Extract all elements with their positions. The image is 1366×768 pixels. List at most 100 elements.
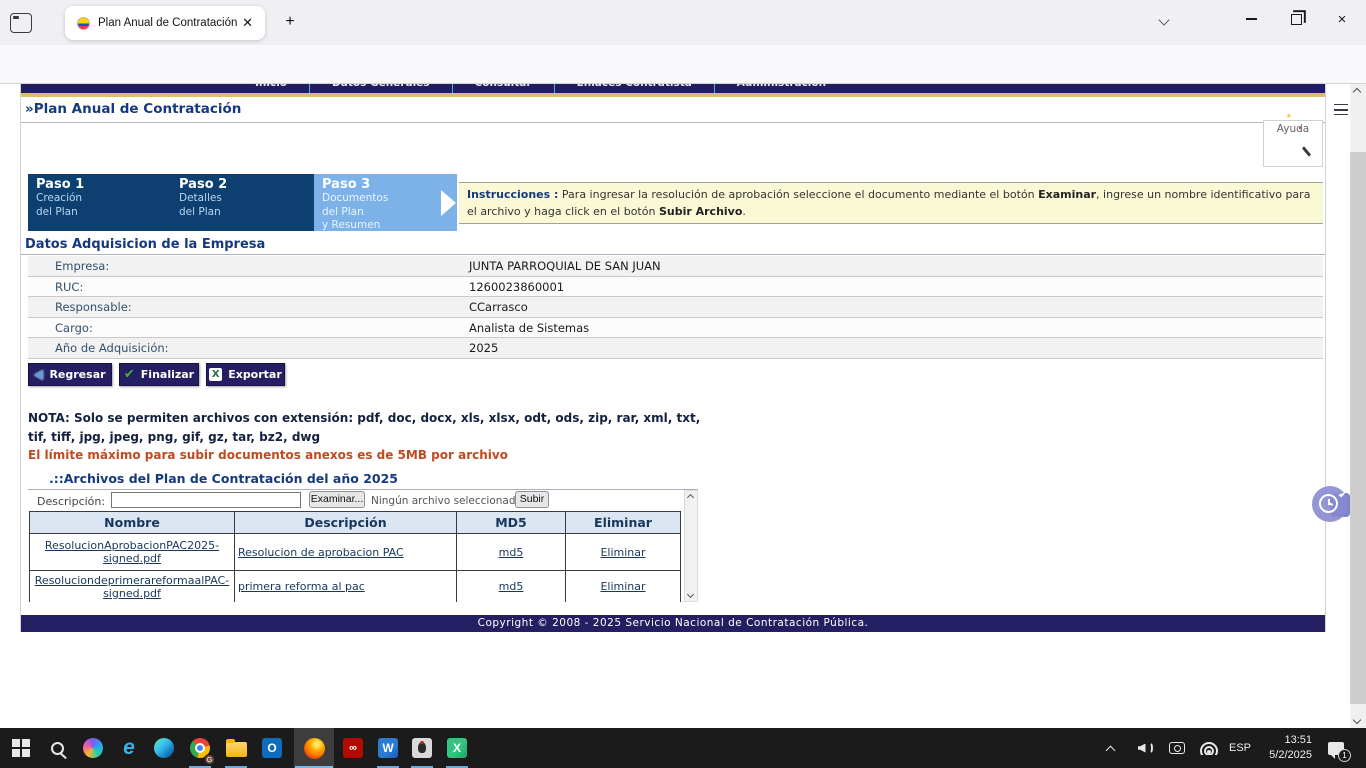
description-input[interactable] bbox=[111, 492, 301, 508]
screen-recorder-widget[interactable] bbox=[1312, 486, 1348, 522]
browser-toolbar: ← → ↻ https://www.compraspublicas.gob.ec… bbox=[0, 45, 1366, 84]
back-arrow-icon bbox=[34, 370, 43, 380]
table-row: Responsable:CCarrasco bbox=[28, 297, 1323, 318]
files-table: Nombre Descripción MD5 Eliminar Resoluci… bbox=[29, 511, 681, 602]
taskbar-file-explorer[interactable] bbox=[219, 728, 253, 768]
nav-item-datos-generales[interactable]: Datos Generales bbox=[310, 84, 452, 93]
finalizar-button[interactable]: ✔Finalizar bbox=[119, 363, 199, 386]
upload-button[interactable]: Subir bbox=[515, 491, 549, 508]
scrollbar-down-icon[interactable] bbox=[1353, 716, 1361, 724]
delete-link[interactable]: Eliminar bbox=[600, 580, 645, 593]
taskbar-internet-explorer[interactable]: e bbox=[112, 728, 146, 768]
md5-link[interactable]: md5 bbox=[499, 580, 524, 593]
nav-item-enlaces[interactable]: Enlaces Contratista bbox=[555, 84, 714, 93]
taskbar-word[interactable]: W bbox=[371, 728, 405, 768]
window-minimize-button[interactable] bbox=[1229, 0, 1273, 38]
instructions-label: Instrucciones : bbox=[467, 188, 558, 201]
nota-text: NOTA: Solo se permiten archivos con exte… bbox=[28, 409, 704, 446]
tray-date: 5/2/2025 bbox=[1269, 748, 1312, 763]
internet-explorer-icon: e bbox=[123, 738, 135, 758]
taskbar-outlook[interactable]: O bbox=[255, 728, 289, 768]
nav-item-administracion[interactable]: Administración bbox=[715, 84, 848, 93]
files-panel: .::Archivos del Plan de Contratación del… bbox=[28, 470, 698, 602]
taskbar-copilot[interactable] bbox=[76, 728, 110, 768]
taskbar-excel[interactable]: X bbox=[440, 728, 474, 768]
tray-meet-now[interactable] bbox=[1164, 728, 1190, 768]
tab-close-icon[interactable]: ✕ bbox=[238, 13, 257, 33]
no-file-text: Ningún archivo seleccionado. bbox=[371, 495, 525, 507]
browser-tab-bar: Plan Anual de Contratación ✕ + × bbox=[0, 0, 1366, 45]
taskbar-edge[interactable] bbox=[147, 728, 181, 768]
browser-scrollbar[interactable] bbox=[1350, 84, 1366, 728]
list-tabs-chevron-icon[interactable] bbox=[1158, 14, 1169, 25]
page-footer: Copyright © 2008 - 2025 Servicio Naciona… bbox=[21, 615, 1325, 632]
delete-link[interactable]: Eliminar bbox=[600, 546, 645, 559]
tray-language[interactable]: ESP bbox=[1224, 728, 1256, 768]
instructions-box: Instrucciones : Para ingresar la resoluc… bbox=[459, 182, 1323, 224]
step-3-title: Paso 3 bbox=[322, 177, 449, 192]
files-table-header: Nombre Descripción MD5 Eliminar bbox=[30, 512, 681, 534]
check-icon: ✔ bbox=[124, 367, 135, 382]
edge-icon bbox=[154, 738, 174, 758]
taskbar-java-app[interactable] bbox=[405, 728, 439, 768]
java-app-icon bbox=[412, 738, 432, 758]
scrollbar-up-icon[interactable] bbox=[1353, 88, 1361, 96]
limit-warning-text: El límite máximo para subir documentos a… bbox=[28, 448, 508, 462]
file-name-link[interactable]: ResoluciondeprimerareformaalPAC-signed.p… bbox=[35, 574, 229, 600]
table-row: Año de Adquisición:2025 bbox=[28, 338, 1323, 359]
scroll-up-icon[interactable] bbox=[687, 494, 694, 501]
regresar-button[interactable]: Regresar bbox=[28, 363, 112, 386]
nav-item-consultar[interactable]: Consultar bbox=[453, 84, 554, 93]
tab-title: Plan Anual de Contratación bbox=[98, 17, 238, 29]
file-explorer-icon bbox=[226, 742, 247, 757]
window-restore-button[interactable] bbox=[1274, 0, 1318, 38]
company-divider bbox=[21, 254, 1325, 255]
table-row: RUC:1260023860001 bbox=[28, 277, 1323, 298]
help-button[interactable]: Ayuda bbox=[1263, 120, 1323, 167]
copilot-icon bbox=[83, 738, 103, 758]
file-name-link[interactable]: ResolucionAprobacionPAC2025-signed.pdf bbox=[45, 539, 219, 565]
page-content: Inicio Datos Generales Consultar Enlaces… bbox=[20, 84, 1326, 632]
title-divider bbox=[21, 122, 1325, 123]
firefox-view-icon[interactable] bbox=[10, 13, 32, 33]
table-row: Empresa:JUNTA PARROQUIAL DE SAN JUAN bbox=[28, 256, 1323, 277]
window-close-button[interactable]: × bbox=[1320, 0, 1364, 38]
gold-divider bbox=[21, 93, 1325, 97]
step-1[interactable]: Paso 1 Creación del Plan bbox=[28, 174, 171, 231]
help-wand-icon bbox=[1302, 146, 1311, 156]
step-2[interactable]: Paso 2 Detalles del Plan bbox=[171, 174, 314, 231]
google-badge-icon: G bbox=[204, 754, 215, 765]
tray-show-hidden-icons[interactable] bbox=[1098, 728, 1122, 768]
meet-now-icon bbox=[1169, 742, 1185, 754]
nav-item-inicio[interactable]: Inicio bbox=[233, 84, 309, 93]
file-row: ResoluciondeprimerareformaalPAC-signed.p… bbox=[30, 571, 681, 603]
taskbar-chrome[interactable]: G bbox=[183, 728, 217, 768]
taskbar-acrobat[interactable]: ∞ bbox=[336, 728, 370, 768]
word-icon: W bbox=[378, 738, 398, 758]
step-3-active[interactable]: Paso 3 Documentos del Plan y Resumen bbox=[314, 174, 457, 231]
browser-tab[interactable]: Plan Anual de Contratación ✕ bbox=[65, 6, 265, 40]
new-tab-button[interactable]: + bbox=[278, 12, 302, 34]
scrollbar-thumb[interactable] bbox=[1350, 152, 1366, 704]
browse-button[interactable]: Examinar... bbox=[309, 491, 365, 508]
company-section-heading: Datos Adquisicion de la Empresa bbox=[25, 237, 265, 252]
step-1-title: Paso 1 bbox=[36, 177, 163, 192]
tray-clock[interactable]: 13:51 5/2/2025 bbox=[1256, 728, 1314, 768]
exportar-button[interactable]: Exportar bbox=[206, 363, 285, 386]
start-button[interactable] bbox=[4, 728, 38, 768]
taskbar-search[interactable] bbox=[40, 728, 74, 768]
step-2-title: Paso 2 bbox=[179, 177, 306, 192]
tray-network[interactable] bbox=[1196, 728, 1222, 768]
panel-scrollbar[interactable] bbox=[684, 490, 698, 602]
chevron-up-icon bbox=[1105, 745, 1115, 755]
step-arrow-icon bbox=[441, 190, 456, 216]
file-description-link[interactable]: primera reforma al pac bbox=[238, 580, 365, 593]
tray-action-center[interactable]: 1 bbox=[1318, 728, 1354, 768]
taskbar-firefox-active[interactable] bbox=[294, 728, 334, 768]
step-3-subtitle: Documentos del Plan y Resumen bbox=[322, 192, 449, 233]
md5-link[interactable]: md5 bbox=[499, 546, 524, 559]
file-description-link[interactable]: Resolucion de aprobacion PAC bbox=[238, 546, 404, 559]
table-row: Cargo:Analista de Sistemas bbox=[28, 318, 1323, 339]
scroll-down-icon[interactable] bbox=[687, 591, 694, 598]
tray-volume[interactable] bbox=[1132, 728, 1158, 768]
